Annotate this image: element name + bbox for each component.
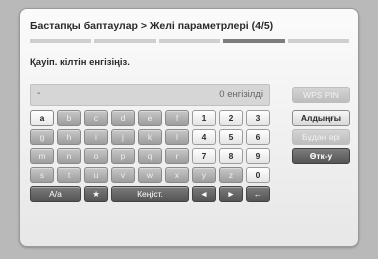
- cursor-right-key[interactable]: ►: [219, 186, 243, 202]
- wps-pin-button[interactable]: WPS PIN: [292, 87, 350, 103]
- key-8[interactable]: 8: [219, 148, 243, 164]
- key-c[interactable]: c: [84, 110, 108, 126]
- key-t[interactable]: t: [57, 167, 81, 183]
- char-count: 0 енгізілді: [219, 89, 263, 100]
- key-q[interactable]: q: [138, 148, 162, 164]
- prompt-label: Қауіп. кілтін енгізіңіз.: [30, 57, 130, 68]
- key-u[interactable]: u: [84, 167, 108, 183]
- step-2: [94, 39, 156, 43]
- key-1[interactable]: 1: [192, 110, 216, 126]
- key-a[interactable]: a: [30, 110, 54, 126]
- key-p[interactable]: p: [111, 148, 135, 164]
- key-b[interactable]: b: [57, 110, 81, 126]
- cancel-button[interactable]: Өтк-у: [292, 148, 350, 164]
- step-progress: [30, 39, 350, 43]
- input-value: -: [37, 88, 41, 99]
- key-4[interactable]: 4: [192, 129, 216, 145]
- key-7[interactable]: 7: [192, 148, 216, 164]
- next-button[interactable]: Бұдан әрі: [292, 129, 350, 145]
- key-n[interactable]: n: [57, 148, 81, 164]
- key-y[interactable]: y: [192, 167, 216, 183]
- step-3: [158, 39, 221, 43]
- key-x[interactable]: x: [165, 167, 189, 183]
- key-m[interactable]: m: [30, 148, 54, 164]
- key-w[interactable]: w: [138, 167, 162, 183]
- step-4-current: [223, 39, 285, 43]
- key-g[interactable]: g: [30, 129, 54, 145]
- key-5[interactable]: 5: [219, 129, 243, 145]
- cursor-left-key[interactable]: ◄: [192, 186, 216, 202]
- previous-button[interactable]: Алдыңғы: [292, 110, 350, 126]
- key-h[interactable]: h: [57, 129, 81, 145]
- step-5: [287, 39, 350, 43]
- key-f[interactable]: f: [165, 110, 189, 126]
- key-i[interactable]: i: [84, 129, 108, 145]
- key-k[interactable]: k: [138, 129, 162, 145]
- key-r[interactable]: r: [165, 148, 189, 164]
- key-6[interactable]: 6: [246, 129, 270, 145]
- network-settings-dialog: Бастапқы баптаулар > Желі параметрлері (…: [19, 8, 359, 247]
- key-0[interactable]: 0: [246, 167, 270, 183]
- step-1: [30, 39, 92, 43]
- key-o[interactable]: o: [84, 148, 108, 164]
- key-l[interactable]: l: [165, 129, 189, 145]
- star-key[interactable]: ★: [84, 186, 108, 202]
- key-v[interactable]: v: [111, 167, 135, 183]
- case-toggle-button[interactable]: A/a: [30, 186, 81, 202]
- key-j[interactable]: j: [111, 129, 135, 145]
- security-key-input[interactable]: - 0 енгізілді: [30, 84, 270, 106]
- key-z[interactable]: z: [219, 167, 243, 183]
- breadcrumb: Бастапқы баптаулар > Желі параметрлері (…: [30, 20, 274, 32]
- key-e[interactable]: e: [138, 110, 162, 126]
- key-9[interactable]: 9: [246, 148, 270, 164]
- backspace-key[interactable]: ←: [246, 186, 270, 202]
- key-d[interactable]: d: [111, 110, 135, 126]
- key-s[interactable]: s: [30, 167, 54, 183]
- key-2[interactable]: 2: [219, 110, 243, 126]
- key-3[interactable]: 3: [246, 110, 270, 126]
- space-key[interactable]: Кеңіст.: [111, 186, 189, 202]
